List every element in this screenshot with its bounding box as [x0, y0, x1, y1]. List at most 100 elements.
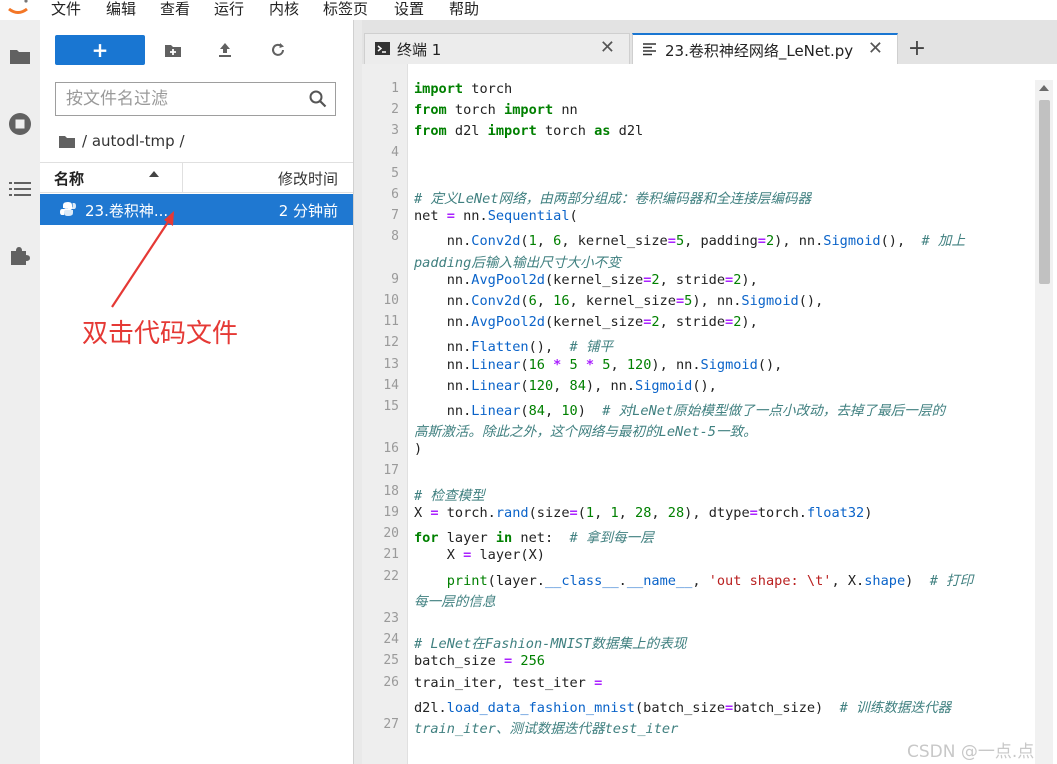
tab-label: 终端 1: [397, 41, 442, 59]
code-token: 16: [553, 293, 570, 309]
menu-kernel[interactable]: 内核: [269, 0, 299, 19]
code-token: 高斯激活。除此之外，这个网络与最初的LeNet-5一致。: [414, 424, 757, 441]
line-number: 22: [383, 568, 399, 584]
close-icon[interactable]: ✕: [868, 38, 883, 59]
line-number: 23: [383, 611, 399, 626]
code-line: nn.Flatten(), # 铺平: [414, 335, 613, 355]
code-token: =: [667, 233, 676, 250]
code-token: # 拿到每一层: [569, 530, 654, 547]
code-token: train_iter, test_iter: [414, 674, 595, 691]
code-token: nn.: [414, 403, 472, 419]
new-folder-icon[interactable]: [160, 37, 186, 63]
tab-editor-file[interactable]: 23.卷积神经网络_LeNet.py ✕: [632, 33, 898, 64]
code-token: torch.: [757, 505, 807, 521]
line-number: 6: [391, 187, 399, 202]
code-token: import: [504, 102, 554, 119]
code-token: # 训练数据迭代器: [839, 699, 952, 716]
tab-terminal[interactable]: 终端 1 ✕: [364, 33, 630, 64]
search-icon: [309, 90, 327, 108]
code-token: Sigmoid: [823, 233, 881, 250]
file-filter-input[interactable]: [66, 87, 301, 111]
code-token: (),: [757, 356, 783, 373]
extension-puzzle-icon[interactable]: [6, 242, 34, 270]
add-tab-button[interactable]: +: [903, 33, 931, 64]
code-token: layer(X): [471, 547, 545, 564]
line-number: 4: [391, 144, 399, 160]
refresh-icon[interactable]: [265, 37, 291, 63]
code-token: train_iter、测试数据迭代器test_iter: [414, 721, 679, 737]
annotation-arrow-icon: [111, 211, 174, 308]
code-token: float32: [806, 505, 865, 521]
code-token: =: [749, 505, 758, 521]
menu-tabs[interactable]: 标签页: [323, 0, 368, 19]
scroll-up-arrow-icon[interactable]: [1038, 84, 1050, 92]
line-number: 1: [391, 81, 399, 96]
code-token: # LeNet在Fashion-MNIST数据集上的表现: [414, 636, 687, 653]
new-launcher-button[interactable]: +: [55, 35, 145, 65]
line-number: 19: [383, 505, 399, 520]
menu-settings[interactable]: 设置: [394, 0, 424, 19]
code-token: AvgPool2d: [471, 314, 545, 331]
code-token: X: [414, 547, 464, 564]
menu-edit[interactable]: 编辑: [106, 0, 136, 19]
menu-view[interactable]: 查看: [160, 0, 190, 19]
home-folder-icon[interactable]: [58, 134, 76, 149]
line-number: 3: [391, 123, 399, 139]
close-icon[interactable]: ✕: [600, 37, 615, 58]
file-modified-time: 2 分钟前: [278, 202, 338, 220]
code-token: # 定义LeNet网络，由两部分组成：卷积编码器和全连接层编码器: [414, 191, 812, 207]
column-divider[interactable]: [182, 163, 183, 192]
code-token: 84: [569, 377, 586, 394]
code-token: import: [487, 123, 537, 140]
code-token: (: [520, 293, 529, 309]
upload-icon[interactable]: [212, 37, 238, 63]
column-modified-header[interactable]: 修改时间: [278, 168, 338, 189]
code-token: .: [618, 572, 627, 589]
code-line: ): [414, 441, 422, 457]
line-number: 8: [391, 229, 399, 245]
folder-icon[interactable]: [6, 42, 34, 70]
code-token: nn.: [414, 233, 472, 250]
code-token: Sigmoid: [741, 293, 799, 309]
line-number: 24: [383, 632, 399, 648]
toc-icon[interactable]: [6, 175, 34, 203]
scrollbar-thumb[interactable]: [1039, 100, 1050, 284]
code-token: from: [414, 123, 447, 140]
file-list-item[interactable]: 23.卷积神... 2 分钟前: [40, 194, 353, 225]
menu-file[interactable]: 文件: [51, 0, 81, 19]
file-filter-box: [55, 82, 336, 116]
breadcrumb: / autodl-tmp /: [58, 130, 185, 152]
code-line: d2l.load_data_fashion_mnist(batch_size=b…: [414, 696, 951, 716]
code-token: 28: [667, 505, 685, 521]
line-number: 27: [383, 717, 399, 732]
line-number: 13: [383, 356, 399, 372]
code-token: shape: [864, 572, 906, 589]
code-token: ), nn.: [692, 293, 742, 309]
code-editor[interactable]: 1 2 3 4 5 6 7 8 9 10 11 12 13 14 15 16 17 18 19 20 21 22 23 24 2…: [362, 64, 1057, 764]
code-token: 'out shape: \t': [708, 572, 832, 589]
code-token: =: [675, 293, 685, 309]
code-token: # 打印: [929, 572, 974, 589]
jupyter-logo-icon: [8, 0, 28, 14]
code-token: padding后输入输出尺寸大小不变: [414, 254, 621, 271]
menu-run[interactable]: 运行: [214, 0, 244, 19]
column-name-header[interactable]: 名称: [54, 168, 84, 189]
line-number: 17: [383, 462, 399, 478]
code-line: from d2l import torch as d2l: [414, 123, 643, 139]
code-token: AvgPool2d: [471, 271, 545, 288]
code-token: (: [577, 505, 586, 521]
running-stop-icon[interactable]: [6, 110, 34, 138]
code-token: ), nn.: [651, 356, 701, 373]
line-number-gutter: 1 2 3 4 5 6 7 8 9 10 11 12 13 14 15 16 17 18 19 20 21 22 23 24 2…: [362, 64, 408, 764]
code-line: batch_size = 256: [414, 653, 545, 669]
code-token: 2: [651, 314, 660, 331]
code-line: nn.Linear(120, 84), nn.Sigmoid(),: [414, 378, 717, 394]
menu-help[interactable]: 帮助: [449, 0, 479, 19]
line-number: 12: [383, 335, 399, 351]
code-token: , kernel_size: [561, 233, 668, 250]
code-token: # 对LeNet原始模型做了一点小改动，去掉了最后一层的: [602, 403, 946, 419]
breadcrumb-path[interactable]: / autodl-tmp /: [82, 132, 185, 150]
code-token: # 加上: [921, 233, 966, 250]
